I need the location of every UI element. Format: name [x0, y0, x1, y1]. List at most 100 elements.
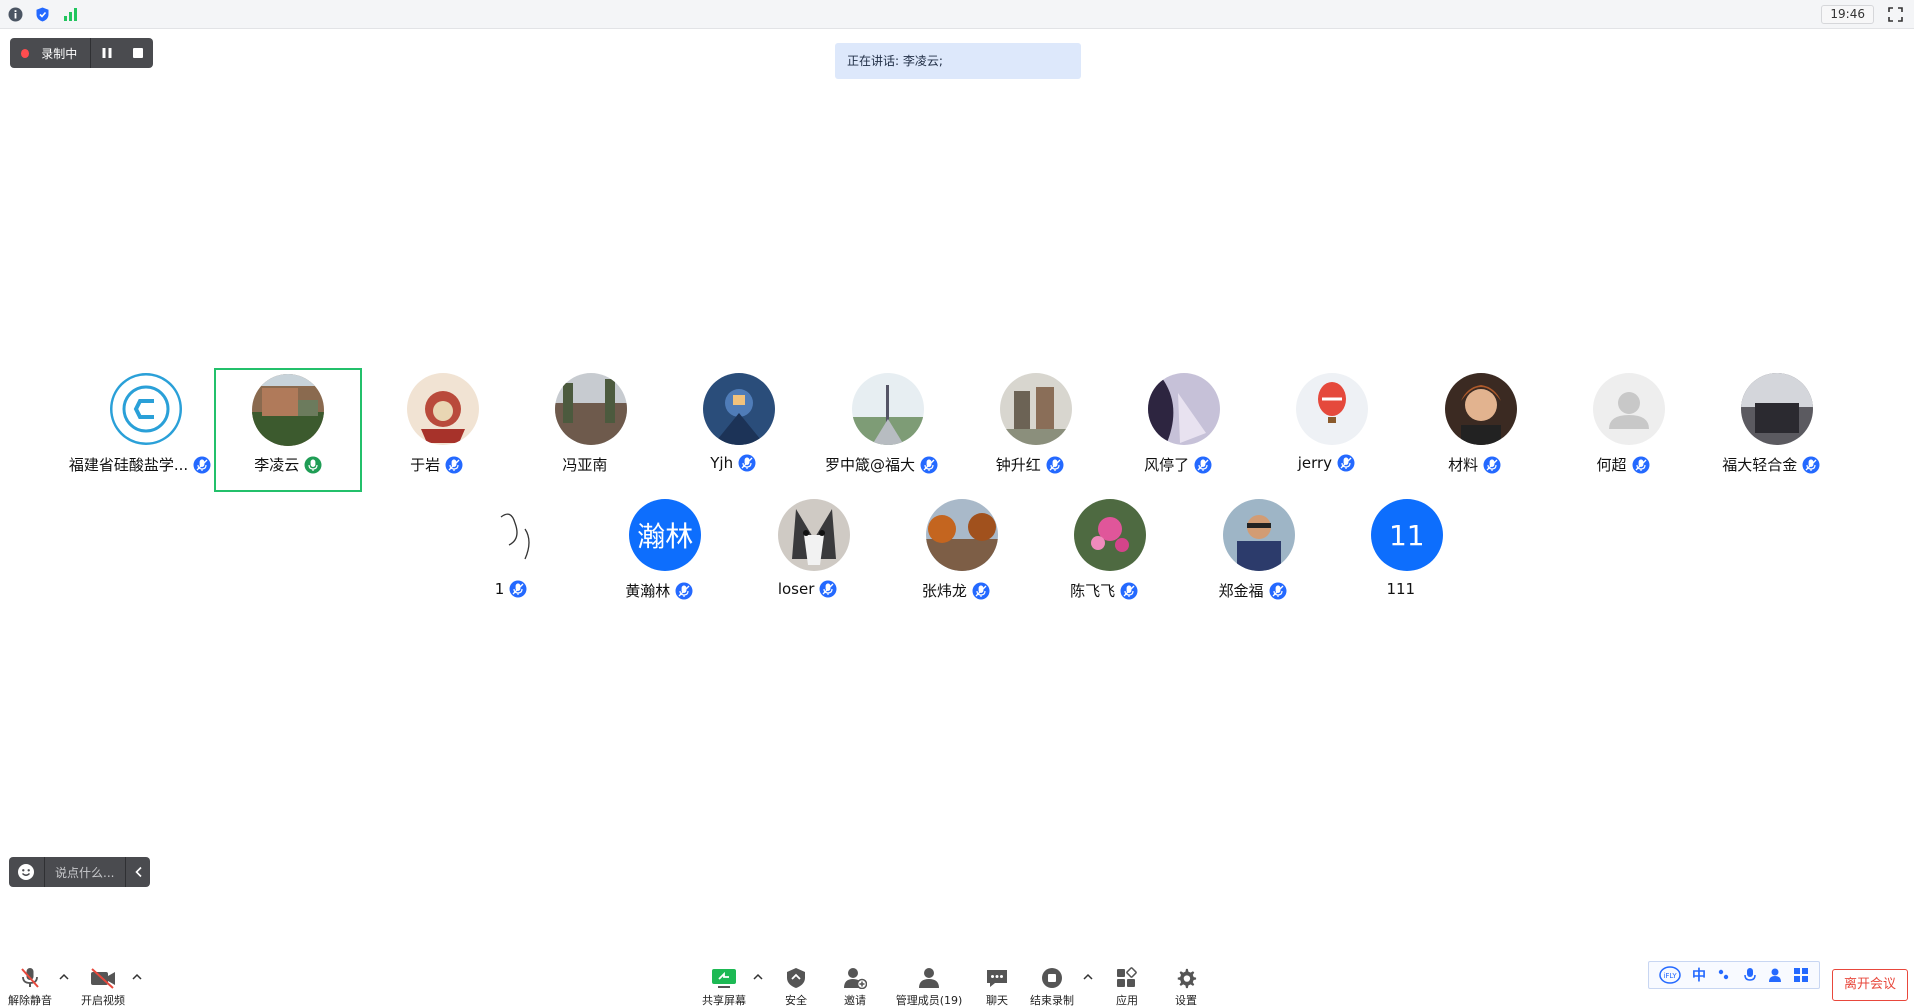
pause-recording-button[interactable]	[91, 38, 122, 68]
participant-tile[interactable]: 风停了	[1104, 368, 1252, 492]
participant-name: loser	[777, 580, 815, 598]
participant-name-row: 风停了	[1104, 454, 1252, 475]
participant-tile[interactable]: 11 111	[1327, 494, 1475, 618]
recording-dot-icon	[21, 48, 30, 58]
participant-name-row: 张炜龙	[882, 580, 1030, 601]
unmute-button[interactable]: 解除静音	[0, 957, 60, 1007]
participant-tile[interactable]: loser	[734, 494, 882, 618]
mic-muted-icon	[21, 968, 39, 988]
mic-icon	[675, 582, 693, 599]
participant-tile[interactable]: 瀚林黄瀚林	[585, 494, 733, 618]
participant-tile[interactable]: 张炜龙	[882, 494, 1030, 618]
end-recording-button[interactable]: 结束录制	[1022, 957, 1082, 1007]
avatar: 瀚林	[629, 499, 702, 571]
security-button[interactable]: 安全	[766, 957, 826, 1007]
participant-name-row: 福建省硅酸盐学...	[66, 454, 214, 475]
participant-tile[interactable]: 福大轻合金	[1697, 368, 1845, 492]
emoji-icon[interactable]	[17, 863, 35, 881]
gear-icon	[1177, 968, 1197, 989]
start-video-button[interactable]: 开启视频	[73, 957, 133, 1007]
shield-icon[interactable]	[34, 6, 51, 23]
participant-name-row: 福大轻合金	[1697, 454, 1845, 475]
grid-menu-icon[interactable]	[1793, 967, 1809, 983]
signal-icon[interactable]	[62, 6, 79, 23]
ime-mode[interactable]: 中	[1692, 965, 1706, 985]
participant-tile[interactable]: 何超	[1549, 368, 1697, 492]
ifly-logo-icon[interactable]: iFLY	[1658, 966, 1681, 984]
participant-tile[interactable]: 罗中箴@福大	[808, 368, 956, 492]
mic-icon	[1483, 456, 1501, 473]
mic-icon	[920, 456, 938, 473]
participant-name-row: 郑金福	[1179, 580, 1327, 601]
participant-tile[interactable]: jerry	[1252, 368, 1400, 492]
participant-name: 陈飞飞	[1070, 582, 1116, 600]
participant-tile[interactable]: 郑金福	[1179, 494, 1327, 618]
participant-name-row: Yjh	[659, 454, 807, 472]
avatar	[703, 373, 776, 445]
participant-tile[interactable]: 材料	[1401, 368, 1549, 492]
participant-tile[interactable]: 于岩	[363, 368, 511, 492]
participant-tile[interactable]: Yjh	[659, 368, 807, 492]
participant-name: 风停了	[1144, 456, 1190, 474]
ime-toolbar[interactable]: iFLY 中	[1648, 961, 1820, 989]
avatar	[1222, 499, 1295, 571]
avatar	[1593, 373, 1665, 445]
bottom-toolbar: 解除静音 开启视频 共享屏幕 安全 邀请 管理成员(19) 聊天 结束录制 应用…	[0, 957, 1914, 1007]
participant-name: 1	[494, 580, 505, 598]
participant-name-row: 何超	[1549, 454, 1697, 475]
share-screen-label: 共享屏幕	[702, 994, 746, 1007]
avatar	[1741, 373, 1814, 445]
fullscreen-icon[interactable]	[1887, 6, 1904, 23]
chevron-up-icon[interactable]	[58, 971, 70, 983]
settings-button[interactable]: 设置	[1156, 957, 1216, 1007]
avatar	[554, 373, 627, 445]
participant-name-row: 罗中箴@福大	[808, 454, 956, 475]
participant-tile[interactable]: 福建省硅酸盐学...	[66, 368, 214, 492]
avatar	[1444, 373, 1517, 445]
avatar	[999, 373, 1072, 445]
stop-icon	[132, 48, 143, 58]
manage-members-label: 管理成员(19)	[895, 994, 963, 1007]
share-screen-icon	[712, 969, 736, 988]
user-icon[interactable]	[1768, 967, 1782, 983]
apps-grid-icon	[1117, 967, 1137, 987]
mic-icon	[819, 580, 837, 598]
info-icon[interactable]	[7, 6, 24, 23]
chat-button[interactable]: 聊天	[967, 957, 1027, 1007]
participant-tile[interactable]: 1	[437, 494, 585, 618]
avatar	[851, 373, 924, 445]
participant-name-row: 黄瀚林	[585, 580, 733, 601]
manage-members-button[interactable]: 管理成员(19)	[893, 957, 965, 1007]
avatar	[925, 499, 998, 571]
pause-icon	[102, 48, 112, 58]
share-screen-button[interactable]: 共享屏幕	[694, 957, 754, 1007]
avatar: 11	[1370, 499, 1443, 571]
punctuation-icon[interactable]	[1717, 968, 1731, 982]
mic-icon	[193, 456, 211, 473]
participant-tile[interactable]: 李凌云	[214, 368, 363, 492]
chevron-up-icon[interactable]	[131, 971, 143, 983]
participant-tile[interactable]: 陈飞飞	[1030, 494, 1178, 618]
security-shield-icon	[787, 968, 805, 988]
chevron-up-icon[interactable]	[752, 971, 764, 983]
mic-icon	[738, 454, 756, 472]
voice-input-icon[interactable]	[1743, 967, 1757, 983]
chevron-left-icon[interactable]	[134, 866, 144, 878]
participant-name-row: 冯亚南	[511, 454, 659, 475]
unmute-label: 解除静音	[8, 994, 52, 1007]
participant-name: 钟升红	[995, 456, 1041, 474]
invite-button[interactable]: 邀请	[825, 957, 885, 1007]
chat-placeholder[interactable]: 说点什么...	[55, 864, 125, 881]
chevron-up-icon[interactable]	[1082, 971, 1094, 983]
participant-tile[interactable]: 冯亚南	[511, 368, 659, 492]
apps-button[interactable]: 应用	[1097, 957, 1157, 1007]
mic-icon	[1632, 456, 1649, 473]
mic-icon	[1120, 582, 1138, 599]
leave-meeting-button[interactable]: 离开会议	[1832, 969, 1908, 1001]
chat-quick-input[interactable]: 说点什么...	[9, 857, 150, 887]
avatar	[777, 499, 850, 571]
stop-recording-button[interactable]	[122, 38, 153, 68]
participant-tile[interactable]: 钟升红	[956, 368, 1104, 492]
participant-name: 于岩	[410, 456, 441, 474]
top-status-bar: 19:46	[0, 0, 1914, 29]
